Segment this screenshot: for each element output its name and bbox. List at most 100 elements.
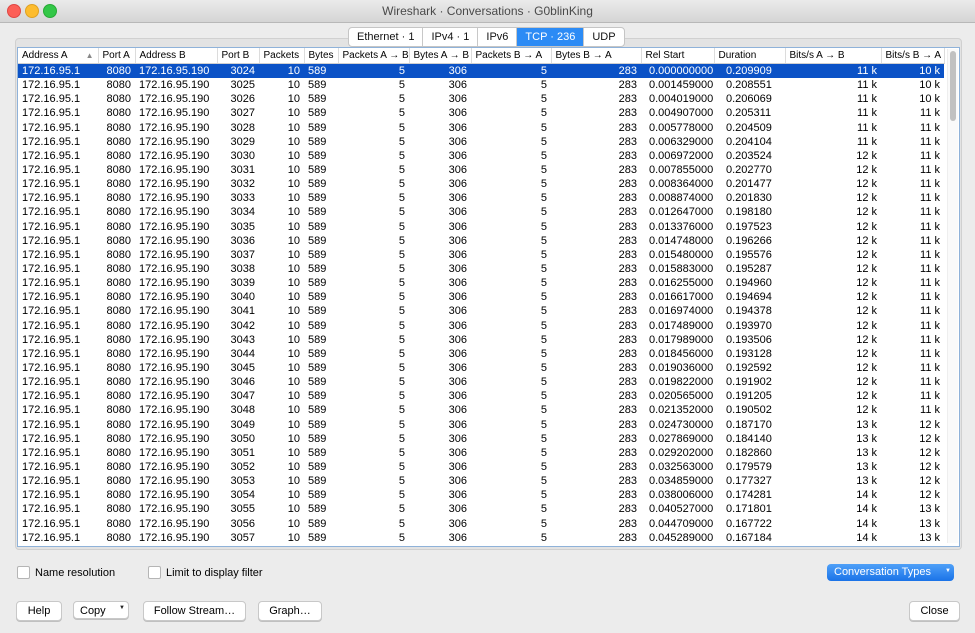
column-header[interactable]: Packets B → A	[471, 48, 552, 64]
close-button[interactable]: Close	[909, 601, 960, 621]
table-row[interactable]: 172.16.95.1 8080 172.16.95.190 3026 10 589 5 30…	[18, 92, 944, 106]
table-cell: 283	[618, 489, 637, 502]
tab-tcp[interactable]: TCP · 236	[517, 28, 585, 46]
column-header[interactable]: Packets A → B	[338, 48, 410, 64]
conversations-table[interactable]: Address A ▲ Port A Address B Port B Packets By…	[17, 47, 960, 547]
table-row[interactable]: 172.16.95.1 8080 172.16.95.190 3051 10 589 5 30…	[18, 446, 944, 460]
table-cell: 11 k	[920, 248, 940, 261]
table-row[interactable]: 172.16.95.1 8080 172.16.95.190 3038 10 589 5 30…	[18, 262, 944, 276]
table-cell: 12 k	[919, 461, 940, 473]
column-header[interactable]: Rel Start	[641, 48, 715, 64]
table-cell: 10	[287, 461, 300, 473]
table-row[interactable]: 172.16.95.1 8080 172.16.95.190 3039 10 589 5 30…	[18, 276, 944, 290]
table-row[interactable]: 172.16.95.1 8080 172.16.95.190 3024 10 589 5 30…	[18, 63, 944, 79]
table-cell: 8080	[106, 248, 131, 261]
tab-ipv4[interactable]: IPv4 · 1	[423, 28, 479, 46]
limit-to-display-filter-checkbox[interactable]: Limit to display filter	[148, 566, 263, 579]
table-row[interactable]: 172.16.95.1 8080 172.16.95.190 3034 10 589 5 30…	[18, 205, 944, 219]
table-cell: 306	[448, 461, 467, 473]
table-cell: 172.16.95.190	[139, 475, 210, 488]
name-resolution-checkbox[interactable]: Name resolution	[17, 566, 115, 579]
table-row[interactable]: 172.16.95.1 8080 172.16.95.190 3055 10 589 5 30…	[18, 502, 944, 516]
table-cell: 306	[448, 305, 467, 318]
column-header[interactable]: Port B	[217, 48, 260, 64]
table-row[interactable]: 172.16.95.1 8080 172.16.95.190 3053 10 589 5 30…	[18, 474, 944, 488]
checkbox-box[interactable]	[148, 566, 161, 579]
table-cell: 5	[540, 121, 547, 134]
table-row[interactable]: 172.16.95.1 8080 172.16.95.190 3048 10 589 5 30…	[18, 403, 944, 417]
table-cell: 283	[618, 461, 637, 473]
column-header[interactable]: Bits/s B → A	[881, 48, 945, 64]
table-cell: 172.16.95.1	[22, 305, 81, 318]
column-header[interactable]: Bytes A → B	[409, 48, 472, 64]
table-cell: 283	[618, 277, 637, 290]
table-cell: 5	[540, 220, 547, 233]
table-row[interactable]: 172.16.95.1 8080 172.16.95.190 3030 10 589 5 30…	[18, 149, 944, 163]
table-cell: 5	[540, 333, 547, 346]
table-row[interactable]: 172.16.95.1 8080 172.16.95.190 3043 10 589 5 30…	[18, 333, 944, 347]
table-row[interactable]: 172.16.95.1 8080 172.16.95.190 3035 10 589 5 30…	[18, 220, 944, 234]
table-row[interactable]: 172.16.95.1 8080 172.16.95.190 3042 10 589 5 30…	[18, 319, 944, 333]
table-cell: 5	[398, 390, 405, 403]
table-row[interactable]: 8080305810589530652830.0463000000.166000…	[18, 545, 944, 547]
graph-button[interactable]: Graph…	[258, 601, 322, 621]
table-row[interactable]: 172.16.95.1 8080 172.16.95.190 3049 10 589 5 30…	[18, 418, 944, 432]
table-row[interactable]: 172.16.95.1 8080 172.16.95.190 3047 10 589 5 30…	[18, 389, 944, 403]
table-cell: 3058	[217, 545, 259, 547]
table-cell: 11 k	[920, 390, 940, 403]
table-row[interactable]: 172.16.95.1 8080 172.16.95.190 3033 10 589 5 30…	[18, 191, 944, 205]
table-cell: 0.196266	[726, 234, 772, 247]
table-cell: 10	[287, 503, 300, 516]
checkbox-box[interactable]	[17, 566, 30, 579]
column-header[interactable]: Duration	[714, 48, 786, 64]
column-header[interactable]: Port A	[98, 48, 136, 64]
table-row[interactable]: 172.16.95.1 8080 172.16.95.190 3037 10 589 5 30…	[18, 248, 944, 262]
table-row[interactable]: 172.16.95.1 8080 172.16.95.190 3041 10 589 5 30…	[18, 304, 944, 318]
table-row[interactable]: 172.16.95.1 8080 172.16.95.190 3027 10 589 5 30…	[18, 106, 944, 120]
table-row[interactable]: 172.16.95.1 8080 172.16.95.190 3031 10 589 5 30…	[18, 163, 944, 177]
table-cell: 306	[448, 333, 467, 346]
table-cell: 283	[618, 390, 637, 403]
table-row[interactable]: 172.16.95.1 8080 172.16.95.190 3045 10 589 5 30…	[18, 361, 944, 375]
table-row[interactable]: 172.16.95.1 8080 172.16.95.190 3052 10 589 5 30…	[18, 460, 944, 474]
conversation-types-button[interactable]: Conversation Types ▼	[827, 564, 954, 581]
tab-udp[interactable]: UDP	[584, 28, 623, 46]
table-cell: 0.005778000	[649, 121, 714, 134]
table-cell: 13 k	[919, 531, 940, 544]
column-header[interactable]: Bytes B → A	[551, 48, 642, 64]
table-row[interactable]: 172.16.95.1 8080 172.16.95.190 3032 10 589 5 30…	[18, 177, 944, 191]
table-cell: 589	[308, 404, 327, 417]
table-row[interactable]: 172.16.95.1 8080 172.16.95.190 3028 10 589 5 30…	[18, 121, 944, 135]
table-cell: 10	[287, 418, 300, 431]
table-row[interactable]: 172.16.95.1 8080 172.16.95.190 3054 10 589 5 30…	[18, 488, 944, 502]
table-row[interactable]: 172.16.95.1 8080 172.16.95.190 3057 10 589 5 30…	[18, 531, 944, 545]
table-row[interactable]: 172.16.95.1 8080 172.16.95.190 3036 10 589 5 30…	[18, 234, 944, 248]
tab-ipv6[interactable]: IPv6	[478, 28, 518, 46]
table-row[interactable]: 172.16.95.1 8080 172.16.95.190 3025 10 589 5 30…	[18, 78, 944, 92]
column-header[interactable]: Packets	[259, 48, 305, 64]
column-header[interactable]: Address B	[135, 48, 218, 64]
table-row[interactable]: 172.16.95.1 8080 172.16.95.190 3046 10 589 5 30…	[18, 375, 944, 389]
table-row[interactable]: 172.16.95.1 8080 172.16.95.190 3056 10 589 5 30…	[18, 517, 944, 531]
table-cell: 11 k	[920, 347, 940, 360]
table-cell: 8080	[98, 63, 135, 79]
table-cell: 14 k	[856, 503, 877, 516]
follow-stream-button[interactable]: Follow Stream…	[143, 601, 246, 621]
help-button[interactable]: Help	[16, 601, 62, 621]
table-row[interactable]: 172.16.95.1 8080 172.16.95.190 3029 10 589 5 30…	[18, 135, 944, 149]
column-header[interactable]: Address A ▲	[18, 48, 99, 64]
vertical-scrollbar[interactable]	[947, 49, 958, 543]
table-cell: 3045	[230, 362, 255, 375]
table-row[interactable]: 172.16.95.1 8080 172.16.95.190 3040 10 589 5 30…	[18, 290, 944, 304]
table-cell: 172.16.95.190	[139, 418, 210, 431]
table-cell: 589	[308, 517, 327, 530]
table-cell: 3026	[230, 93, 255, 106]
tab-ethernet[interactable]: Ethernet · 1	[349, 28, 424, 46]
scrollbar-thumb[interactable]	[950, 51, 956, 121]
copy-button[interactable]: Copy ▼	[73, 601, 129, 619]
column-header[interactable]: Bits/s A → B	[785, 48, 882, 64]
table-row[interactable]: 172.16.95.1 8080 172.16.95.190 3050 10 589 5 30…	[18, 432, 944, 446]
column-header[interactable]: Bytes	[304, 48, 339, 64]
table-row[interactable]: 172.16.95.1 8080 172.16.95.190 3044 10 589 5 30…	[18, 347, 944, 361]
table-cell: 306	[448, 418, 467, 431]
